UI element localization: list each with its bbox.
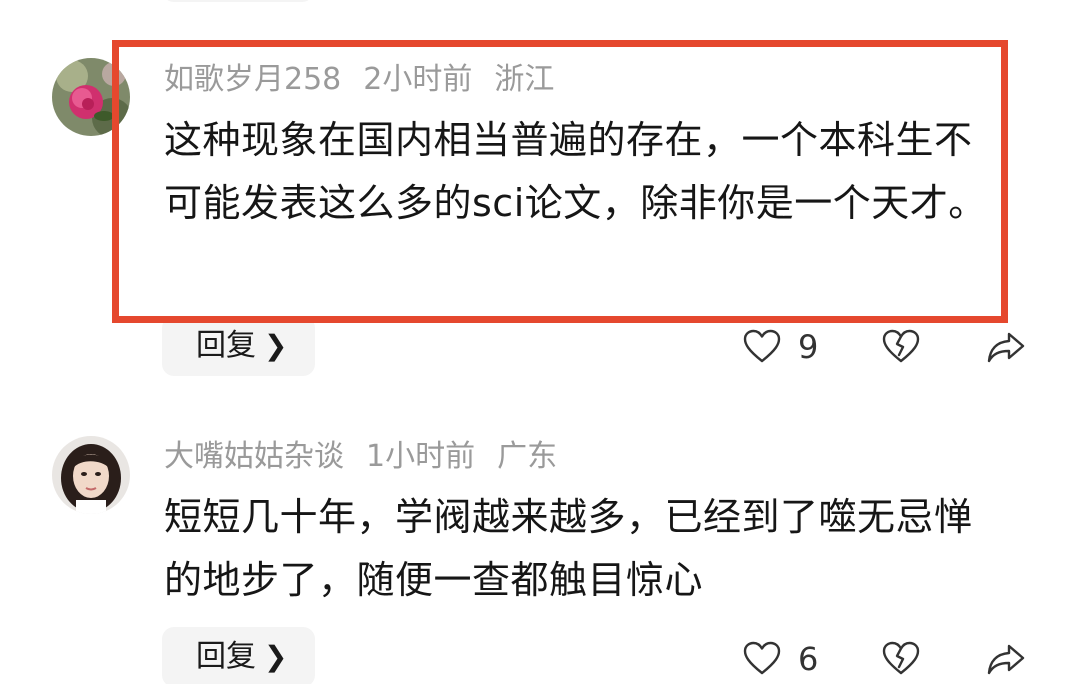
comment-meta: 大嘴姑姑杂谈 1小时前 广东 bbox=[164, 437, 557, 477]
chevron-right-icon: ❯ bbox=[264, 329, 288, 362]
heart-outline-icon[interactable] bbox=[742, 640, 782, 676]
heart-outline-icon[interactable] bbox=[742, 328, 782, 364]
comment-text: 短短几十年，学阀越来越多，已经到了噬无忌惮的地步了，随便一查都触目惊心 bbox=[164, 495, 973, 602]
comment-section: 如歌岁月258 2小时前 浙江 这种现象在国内相当普遍的存在，一个本科生不可能发表这… bbox=[0, 0, 1080, 684]
username[interactable]: 大嘴姑姑杂谈 bbox=[164, 439, 344, 474]
user-avatar[interactable] bbox=[52, 58, 130, 136]
previous-reply-button-fragment[interactable] bbox=[162, 0, 314, 2]
comment-time: 1小时前 bbox=[366, 439, 476, 474]
comment-time: 2小时前 bbox=[363, 62, 473, 97]
reply-button[interactable]: 回复 ❯ bbox=[162, 316, 315, 376]
chevron-right-icon: ❯ bbox=[264, 640, 288, 673]
like-count: 6 bbox=[798, 640, 819, 678]
comment-text: 这种现象在国内相当普遍的存在，一个本科生不可能发表这么多的sci论文，除非你是一… bbox=[164, 118, 987, 225]
user-avatar[interactable] bbox=[52, 436, 130, 514]
username[interactable]: 如歌岁月258 bbox=[164, 62, 341, 97]
comment-meta: 如歌岁月258 2小时前 浙江 bbox=[164, 60, 554, 100]
reply-label: 回复 bbox=[196, 639, 256, 674]
share-arrow-icon[interactable] bbox=[986, 330, 1026, 364]
reply-label: 回复 bbox=[196, 328, 256, 363]
broken-heart-icon[interactable] bbox=[881, 328, 921, 364]
like-count: 9 bbox=[798, 328, 819, 366]
broken-heart-icon[interactable] bbox=[881, 640, 921, 676]
rose-avatar-image bbox=[52, 58, 130, 136]
woman-avatar-image bbox=[52, 436, 130, 514]
reply-button[interactable]: 回复 ❯ bbox=[162, 627, 315, 684]
share-arrow-icon[interactable] bbox=[986, 642, 1026, 676]
comment-location: 浙江 bbox=[494, 62, 555, 97]
comment-location: 广东 bbox=[497, 439, 558, 474]
